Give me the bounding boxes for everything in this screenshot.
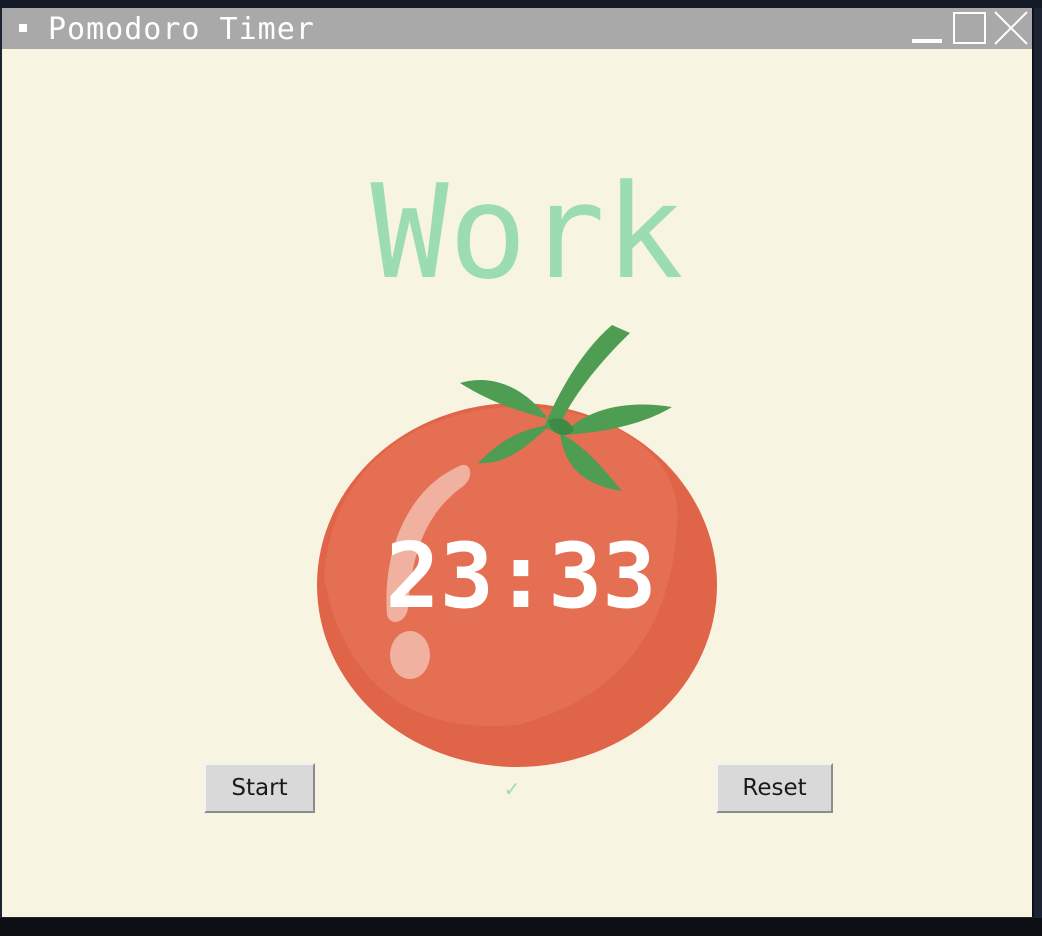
desktop-background-bottom: [0, 918, 1042, 936]
mode-label: Work: [370, 156, 684, 308]
maximize-icon: [953, 12, 986, 44]
minimize-button[interactable]: [910, 10, 944, 46]
app-window: Pomodoro Timer Work 23:33 Start ✓ Reset: [2, 8, 1034, 917]
window-content: Work 23:33 Start ✓ Reset: [2, 49, 1032, 917]
maximize-button[interactable]: [952, 10, 988, 46]
minimize-icon: [912, 39, 942, 43]
reset-button[interactable]: Reset: [716, 763, 833, 813]
close-button[interactable]: [992, 10, 1030, 46]
completed-sessions-checkmarks: ✓: [503, 777, 521, 801]
window-menu-icon[interactable]: [19, 24, 27, 32]
start-button[interactable]: Start: [204, 763, 315, 813]
title-bar[interactable]: Pomodoro Timer: [2, 8, 1032, 49]
timer-display: 23:33: [385, 524, 657, 629]
close-icon: [994, 11, 1028, 45]
desktop-background-top: [0, 0, 1042, 8]
window-title: Pomodoro Timer: [48, 12, 315, 47]
